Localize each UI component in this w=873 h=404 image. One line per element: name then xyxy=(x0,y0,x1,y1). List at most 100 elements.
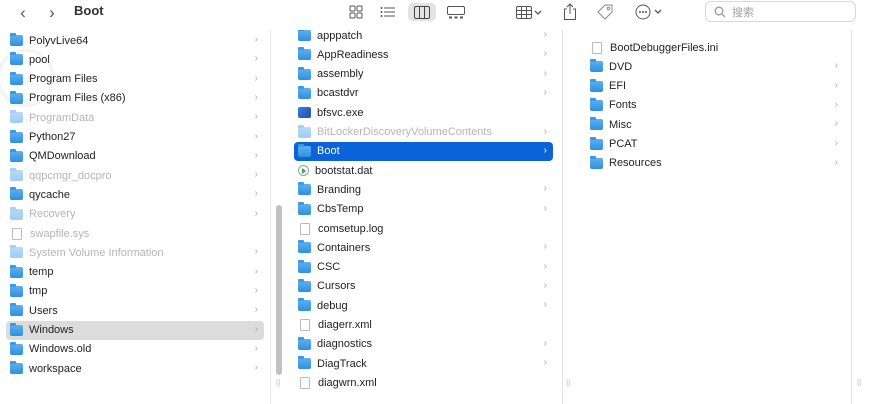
folder-icon xyxy=(298,259,311,273)
folder-icon xyxy=(298,278,311,292)
folder-item-branding[interactable]: Branding › xyxy=(294,180,553,199)
folder-icon xyxy=(10,322,23,336)
folder-item-python27[interactable]: Python27 › xyxy=(6,128,264,147)
chevron-right-icon: › xyxy=(543,202,547,214)
folder-item-fonts[interactable]: Fonts › xyxy=(586,96,844,115)
chevron-right-icon: › xyxy=(543,48,547,60)
folder-item-bcastdvr[interactable]: bcastdvr › xyxy=(294,84,553,103)
folder-item-debug[interactable]: debug › xyxy=(294,296,553,315)
folder-item-programdata[interactable]: ProgramData › xyxy=(6,108,264,127)
folder-item-polyvlive64[interactable]: PolyvLive64 › xyxy=(6,31,264,50)
chevron-right-icon: › xyxy=(254,207,258,219)
forward-button[interactable]: › xyxy=(43,4,61,22)
back-button[interactable]: ‹ xyxy=(14,4,32,22)
folder-item-pool[interactable]: pool › xyxy=(6,50,264,69)
gallery-view-button[interactable] xyxy=(444,3,468,21)
item-label: diagerr.xml xyxy=(318,319,372,331)
folder-item-diagtrack[interactable]: DiagTrack › xyxy=(294,354,553,373)
folder-item-program-files-x86-[interactable]: Program Files (x86) › xyxy=(6,89,264,108)
folder-item-resources[interactable]: Resources › xyxy=(586,154,844,173)
file-item-diagwrn-xml[interactable]: diagwrn.xml xyxy=(294,373,553,392)
folder-icon xyxy=(298,143,311,157)
chevron-right-icon: › xyxy=(543,337,547,349)
folder-item-misc[interactable]: Misc › xyxy=(586,115,844,134)
icon-view-button[interactable] xyxy=(345,3,367,21)
folder-icon xyxy=(10,148,23,162)
folder-item-qmdownload[interactable]: QMDownload › xyxy=(6,147,264,166)
folder-item-temp[interactable]: temp › xyxy=(6,263,264,282)
file-item-comsetup-log[interactable]: comsetup.log xyxy=(294,219,553,238)
search-field[interactable]: 搜索 xyxy=(705,1,856,22)
item-label: DVD xyxy=(609,60,633,73)
folder-icon xyxy=(298,85,311,99)
folder-item-windows-old[interactable]: Windows.old › xyxy=(6,340,264,359)
folder-item-pcat[interactable]: PCAT › xyxy=(586,135,844,154)
column-divider[interactable] xyxy=(562,30,563,404)
folder-item-dvd[interactable]: DVD › xyxy=(586,57,844,76)
file-item-diagerr-xml[interactable]: diagerr.xml xyxy=(294,316,553,335)
group-icon xyxy=(516,5,542,19)
file-item-swapfile-sys[interactable]: swapfile.sys xyxy=(6,224,264,243)
file-item-bootstat-dat[interactable]: bootstat.dat xyxy=(294,161,553,180)
folder-item-system-volume-information[interactable]: System Volume Information › xyxy=(6,243,264,262)
folder-icon xyxy=(298,240,311,254)
folder-item-workspace[interactable]: workspace › xyxy=(6,359,264,378)
folder-item-csc[interactable]: CSC › xyxy=(294,258,553,277)
share-button[interactable] xyxy=(560,3,580,21)
search-icon xyxy=(714,6,726,17)
item-label: DiagTrack xyxy=(317,357,367,370)
folder-item-tmp[interactable]: tmp › xyxy=(6,282,264,301)
chevron-right-icon: › xyxy=(834,60,838,72)
resize-grip[interactable]: || xyxy=(857,378,861,387)
folder-item-appreadiness[interactable]: AppReadiness › xyxy=(294,45,553,64)
folder-item-efi[interactable]: EFI › xyxy=(586,77,844,96)
folder-item-cursors[interactable]: Cursors › xyxy=(294,277,553,296)
folder-icon xyxy=(298,182,311,196)
chevron-right-icon: › xyxy=(834,156,838,168)
folder-item-qqpcmgr-docpro[interactable]: qqpcmgr_docpro › xyxy=(6,166,264,185)
folder-icon xyxy=(10,341,23,355)
file-item-bfsvc-exe[interactable]: bfsvc.exe xyxy=(294,103,553,122)
chevron-right-icon: › xyxy=(543,279,547,291)
list-view-button[interactable] xyxy=(376,3,400,21)
resize-grip[interactable]: || xyxy=(566,378,570,387)
column-divider[interactable] xyxy=(851,30,852,404)
chevron-right-icon: › xyxy=(49,3,55,22)
more-actions-button[interactable] xyxy=(632,3,666,21)
folder-item-bitlockerdiscoveryvolumecontents[interactable]: BitLockerDiscoveryVolumeContents › xyxy=(294,123,553,142)
chevron-right-icon: › xyxy=(834,98,838,110)
item-label: Program Files (x86) xyxy=(29,92,126,105)
item-label: Python27 xyxy=(29,131,76,143)
column-windows[interactable]: apppatch › AppReadiness › assembly › bcastdvr ›… xyxy=(290,30,560,404)
folder-item-recovery[interactable]: Recovery › xyxy=(6,205,264,224)
file-item-bootdebuggerfiles-ini[interactable]: BootDebuggerFiles.ini xyxy=(586,38,844,57)
resize-grip[interactable]: || xyxy=(276,378,280,387)
folder-item-users[interactable]: Users › xyxy=(6,301,264,320)
chevron-right-icon: › xyxy=(254,91,258,103)
folder-item-windows[interactable]: Windows › xyxy=(6,320,264,340)
folder-icon xyxy=(590,97,603,111)
folder-icon xyxy=(298,30,311,41)
folder-item-apppatch[interactable]: apppatch › xyxy=(294,30,553,45)
chevron-right-icon: › xyxy=(254,34,258,45)
folder-item-diagnostics[interactable]: diagnostics › xyxy=(294,335,553,354)
group-button[interactable] xyxy=(511,3,547,21)
chevron-right-icon: › xyxy=(543,241,547,253)
folder-item-program-files[interactable]: Program Files › xyxy=(6,70,264,89)
chevron-right-icon: › xyxy=(543,67,547,79)
folder-item-containers[interactable]: Containers › xyxy=(294,238,553,257)
folder-item-qycache[interactable]: qycache › xyxy=(6,185,264,204)
tag-button[interactable] xyxy=(594,3,616,21)
folder-item-boot[interactable]: Boot › xyxy=(294,141,553,161)
folder-item-assembly[interactable]: assembly › xyxy=(294,65,553,84)
item-label: bcastdvr xyxy=(317,87,359,100)
folder-icon xyxy=(590,78,603,92)
column-boot[interactable]: BootDebuggerFiles.ini DVD › EFI › Fonts › Misc ›… xyxy=(580,30,850,404)
chevron-right-icon: › xyxy=(254,362,258,374)
folder-item-cbstemp[interactable]: CbsTemp › xyxy=(294,200,553,219)
column-view-button[interactable] xyxy=(408,3,436,21)
window-title: Boot xyxy=(74,3,104,18)
column-divider[interactable] xyxy=(270,30,271,404)
column-root[interactable]: PolyvLive64 › pool › Program Files › Program F… xyxy=(0,30,270,404)
column-root-scrollbar[interactable] xyxy=(276,205,282,375)
